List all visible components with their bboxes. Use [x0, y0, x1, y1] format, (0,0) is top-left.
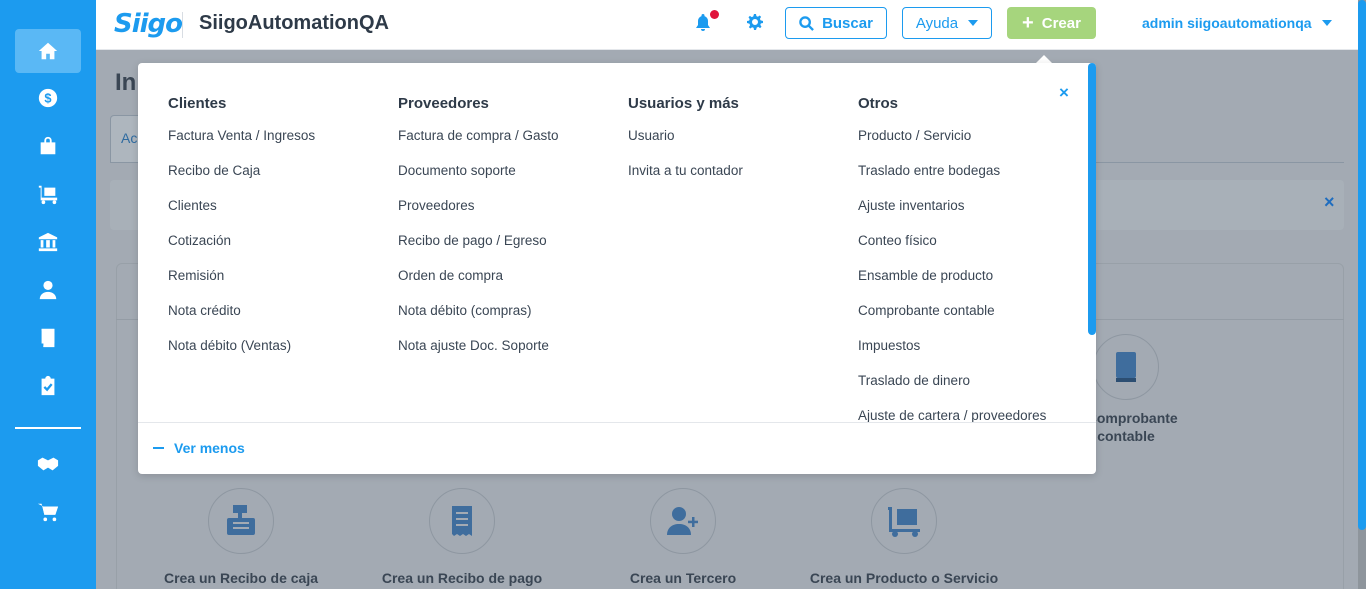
- dollar-icon: $: [38, 88, 58, 108]
- chevron-down-icon: [968, 20, 979, 26]
- sidebar-item-accounting[interactable]: [15, 316, 81, 360]
- sidebar-item-finance[interactable]: $: [15, 76, 81, 120]
- handshake-icon: [37, 457, 59, 471]
- menu-scrollbar[interactable]: [1088, 63, 1096, 335]
- menu-column-title: Usuarios y más: [628, 95, 739, 112]
- menu-item[interactable]: Usuario: [628, 127, 743, 162]
- menu-pointer: [1036, 55, 1052, 63]
- sidebar-item-sales[interactable]: [15, 124, 81, 168]
- menu-column-otros: Otros Producto / Servicio Traslado entre…: [858, 95, 1046, 442]
- menu-column-title: Otros: [858, 95, 899, 112]
- minus-icon: [153, 447, 164, 449]
- dolly-box-icon: [888, 507, 920, 537]
- notifications-button[interactable]: [695, 10, 719, 32]
- create-menu: Clientes Factura Venta / Ingresos Recibo…: [138, 63, 1096, 474]
- chevron-down-icon: [1321, 20, 1332, 26]
- gear-icon: [747, 14, 763, 30]
- settings-button[interactable]: [747, 14, 763, 30]
- menu-item[interactable]: Orden de compra: [398, 267, 559, 302]
- sidebar-item-partners[interactable]: [15, 442, 81, 486]
- svg-text:$: $: [44, 91, 51, 106]
- cash-register-icon: [227, 505, 255, 535]
- page-title: In: [115, 69, 137, 96]
- sidebar-item-employees[interactable]: [15, 268, 81, 312]
- menu-item[interactable]: Ajuste inventarios: [858, 197, 1046, 232]
- user-menu[interactable]: admin siigoautomationqa: [1142, 15, 1332, 31]
- menu-item[interactable]: Cotización: [168, 232, 315, 267]
- menu-item[interactable]: Comprobante contable: [858, 302, 1046, 337]
- receipt-icon: [452, 506, 472, 536]
- menu-column-title: Clientes: [168, 95, 227, 112]
- page-scrollbar[interactable]: [1358, 0, 1366, 589]
- sidebar-item-purchases[interactable]: [15, 172, 81, 216]
- cart-dolly-icon: [38, 185, 58, 205]
- menu-item[interactable]: Ajuste de cartera / proveedores: [858, 407, 1046, 442]
- menu-item[interactable]: Producto / Servicio: [858, 127, 1046, 162]
- menu-column-usuarios: Usuarios y más Usuario Invita a tu conta…: [628, 95, 743, 197]
- sidebar-item-banks[interactable]: [15, 220, 81, 264]
- search-icon: [799, 15, 814, 31]
- menu-column-title: Proveedores: [398, 95, 489, 112]
- menu-item[interactable]: Impuestos: [858, 337, 1046, 372]
- show-less-button[interactable]: Ver menos: [153, 440, 245, 456]
- add-user-icon: [667, 507, 698, 535]
- shopping-cart-icon: [37, 503, 59, 522]
- top-bar: Siigo SiigoAutomationQA Buscar Ayuda + C…: [96, 0, 1358, 50]
- notification-badge: [710, 10, 719, 19]
- menu-item[interactable]: Proveedores: [398, 197, 559, 232]
- menu-item[interactable]: Nota ajuste Doc. Soporte: [398, 337, 559, 372]
- quick-action-third-party[interactable]: Crea un Tercero: [583, 488, 783, 586]
- sidebar-divider: [15, 427, 81, 429]
- home-icon: [38, 42, 58, 60]
- menu-item[interactable]: Remisión: [168, 267, 315, 302]
- sidebar-item-home[interactable]: [15, 29, 81, 73]
- menu-item[interactable]: Factura Venta / Ingresos: [168, 127, 315, 162]
- menu-item[interactable]: Invita a tu contador: [628, 162, 743, 197]
- menu-item[interactable]: Factura de compra / Gasto: [398, 127, 559, 162]
- menu-item[interactable]: Conteo físico: [858, 232, 1046, 267]
- menu-item[interactable]: Traslado entre bodegas: [858, 162, 1046, 197]
- shopping-bag-icon: [40, 136, 56, 155]
- menu-item[interactable]: Nota débito (compras): [398, 302, 559, 337]
- menu-item[interactable]: Clientes: [168, 197, 315, 232]
- menu-column-clientes: Clientes Factura Venta / Ingresos Recibo…: [168, 95, 315, 372]
- bell-icon: [696, 14, 710, 31]
- menu-column-proveedores: Proveedores Factura de compra / Gasto Do…: [398, 95, 559, 372]
- create-button[interactable]: + Crear: [1007, 7, 1096, 39]
- menu-item[interactable]: Recibo de pago / Egreso: [398, 232, 559, 267]
- close-icon[interactable]: ×: [1324, 192, 1335, 213]
- close-icon[interactable]: ×: [1059, 83, 1069, 103]
- page-scrollbar-thumb[interactable]: [1358, 0, 1366, 530]
- company-name: SiigoAutomationQA: [199, 12, 389, 34]
- menu-item[interactable]: Recibo de Caja: [168, 162, 315, 197]
- quick-action-payment-receipt[interactable]: Crea un Recibo de pago: [362, 488, 562, 586]
- quick-action-product[interactable]: Crea un Producto o Servicio: [804, 488, 1004, 586]
- sidebar-item-store[interactable]: [15, 490, 81, 534]
- menu-item[interactable]: Documento soporte: [398, 162, 559, 197]
- sidebar-item-reports[interactable]: [15, 364, 81, 408]
- clipboard-check-icon: [41, 375, 55, 396]
- bank-icon: [38, 232, 58, 252]
- quick-action-cash-receipt[interactable]: Crea un Recibo de caja: [141, 488, 341, 586]
- menu-item[interactable]: Nota débito (Ventas): [168, 337, 315, 372]
- menu-footer-divider: [138, 422, 1096, 423]
- plus-icon: +: [1022, 12, 1034, 34]
- search-button[interactable]: Buscar: [785, 7, 887, 39]
- siigo-logo[interactable]: Siigo: [114, 8, 183, 40]
- sidebar: $: [0, 0, 96, 589]
- employee-icon: [39, 280, 57, 300]
- menu-item[interactable]: Ensamble de producto: [858, 267, 1046, 302]
- logo-separator: [182, 12, 183, 38]
- menu-item[interactable]: Traslado de dinero: [858, 372, 1046, 407]
- help-dropdown[interactable]: Ayuda: [902, 7, 992, 39]
- book-icon: [1116, 352, 1136, 382]
- book-icon: [41, 328, 55, 348]
- menu-item[interactable]: Nota crédito: [168, 302, 315, 337]
